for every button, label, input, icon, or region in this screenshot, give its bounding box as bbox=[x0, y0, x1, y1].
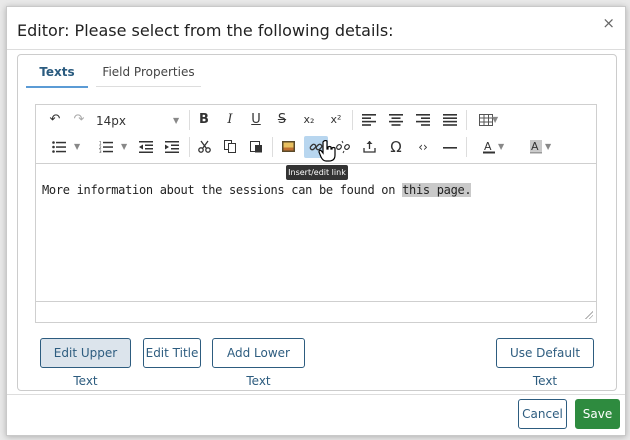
edit-upper-text-button[interactable]: Edit Upper Text bbox=[40, 338, 131, 388]
edit-title-button[interactable]: Edit Title bbox=[143, 338, 201, 368]
chevron-down-icon: ▼ bbox=[492, 115, 499, 124]
chevron-down-icon: ▼ bbox=[545, 142, 552, 151]
save-button[interactable]: Save bbox=[575, 399, 620, 429]
table-icon[interactable]: ▼ bbox=[472, 109, 500, 131]
chevron-down-icon: ▼ bbox=[173, 116, 180, 125]
chevron-down-icon: ▼ bbox=[498, 142, 505, 151]
strikethrough-icon[interactable]: S bbox=[271, 109, 293, 131]
toolbar-separator bbox=[466, 110, 467, 130]
toolbar-separator bbox=[466, 137, 467, 157]
align-left-icon[interactable] bbox=[358, 109, 380, 131]
use-default-text-button[interactable]: Use Default Text bbox=[496, 338, 594, 388]
rich-text-editor: ↶ ↷ 14px ▼ B I U S x₂ x² ▼ ▼ 1 2 3 ▼ Ω ‹… bbox=[35, 104, 597, 323]
content-link[interactable]: this page. bbox=[402, 183, 472, 197]
horizontal-rule-icon[interactable] bbox=[439, 136, 461, 158]
upload-icon[interactable] bbox=[358, 136, 380, 158]
background-color-icon[interactable]: A ▼ bbox=[519, 136, 553, 158]
align-justify-icon[interactable] bbox=[439, 109, 461, 131]
cut-icon[interactable] bbox=[193, 136, 215, 158]
chevron-down-icon: ▼ bbox=[74, 142, 81, 151]
toolbar-separator bbox=[189, 110, 190, 130]
align-right-icon[interactable] bbox=[412, 109, 434, 131]
subscript-icon[interactable]: x₂ bbox=[298, 109, 320, 131]
bold-icon[interactable]: B bbox=[193, 109, 215, 131]
editor-toolbar: ↶ ↷ 14px ▼ B I U S x₂ x² ▼ ▼ 1 2 3 ▼ Ω ‹… bbox=[36, 105, 596, 164]
numbered-list-icon[interactable]: 123 ▼ bbox=[91, 136, 127, 158]
text-color-icon[interactable]: A ▼ bbox=[472, 136, 506, 158]
paste-icon[interactable] bbox=[245, 136, 267, 158]
font-size-value: 14px bbox=[96, 114, 126, 128]
outdent-icon[interactable] bbox=[135, 136, 157, 158]
toolbar-separator bbox=[272, 137, 273, 157]
resize-handle[interactable] bbox=[585, 311, 593, 319]
bullet-list-icon[interactable]: ▼ bbox=[44, 136, 80, 158]
content-text: More information about the sessions can … bbox=[42, 183, 403, 197]
redo-icon[interactable]: ↷ bbox=[68, 109, 90, 131]
indent-icon[interactable] bbox=[161, 136, 183, 158]
toolbar-separator bbox=[189, 137, 190, 157]
header-divider bbox=[7, 49, 625, 50]
footer-divider bbox=[7, 394, 625, 395]
editor-statusbar bbox=[36, 301, 596, 322]
editor-dialog: Editor: Please select from the following… bbox=[6, 6, 626, 436]
undo-icon[interactable]: ↶ bbox=[44, 109, 66, 131]
svg-text:A: A bbox=[484, 140, 492, 153]
italic-icon[interactable]: I bbox=[219, 109, 241, 131]
copy-icon[interactable] bbox=[219, 136, 241, 158]
image-icon[interactable] bbox=[277, 136, 299, 158]
dialog-title: Editor: Please select from the following… bbox=[17, 21, 394, 40]
special-character-icon[interactable]: Ω bbox=[385, 136, 407, 158]
svg-text:A: A bbox=[531, 140, 539, 153]
cancel-button[interactable]: Cancel bbox=[518, 399, 567, 429]
tab-field-properties[interactable]: Field Properties bbox=[96, 61, 201, 87]
tab-texts[interactable]: Texts bbox=[26, 61, 88, 88]
source-code-icon[interactable]: ‹› bbox=[412, 136, 434, 158]
font-size-select[interactable]: 14px ▼ bbox=[96, 110, 186, 132]
hand-cursor-icon bbox=[318, 140, 336, 162]
toolbar-separator bbox=[352, 110, 353, 130]
chevron-down-icon: ▼ bbox=[121, 142, 128, 151]
close-icon[interactable]: × bbox=[602, 14, 615, 32]
editor-content[interactable]: More information about the sessions can … bbox=[42, 183, 472, 197]
link-tooltip: Insert/edit link bbox=[286, 165, 348, 180]
underline-icon[interactable]: U bbox=[245, 109, 267, 131]
superscript-icon[interactable]: x² bbox=[325, 109, 347, 131]
svg-text:3: 3 bbox=[99, 149, 102, 153]
content-panel: Texts Field Properties ↶ ↷ 14px ▼ B I U … bbox=[17, 54, 617, 391]
align-center-icon[interactable] bbox=[385, 109, 407, 131]
add-lower-text-button[interactable]: Add Lower Text bbox=[212, 338, 305, 388]
